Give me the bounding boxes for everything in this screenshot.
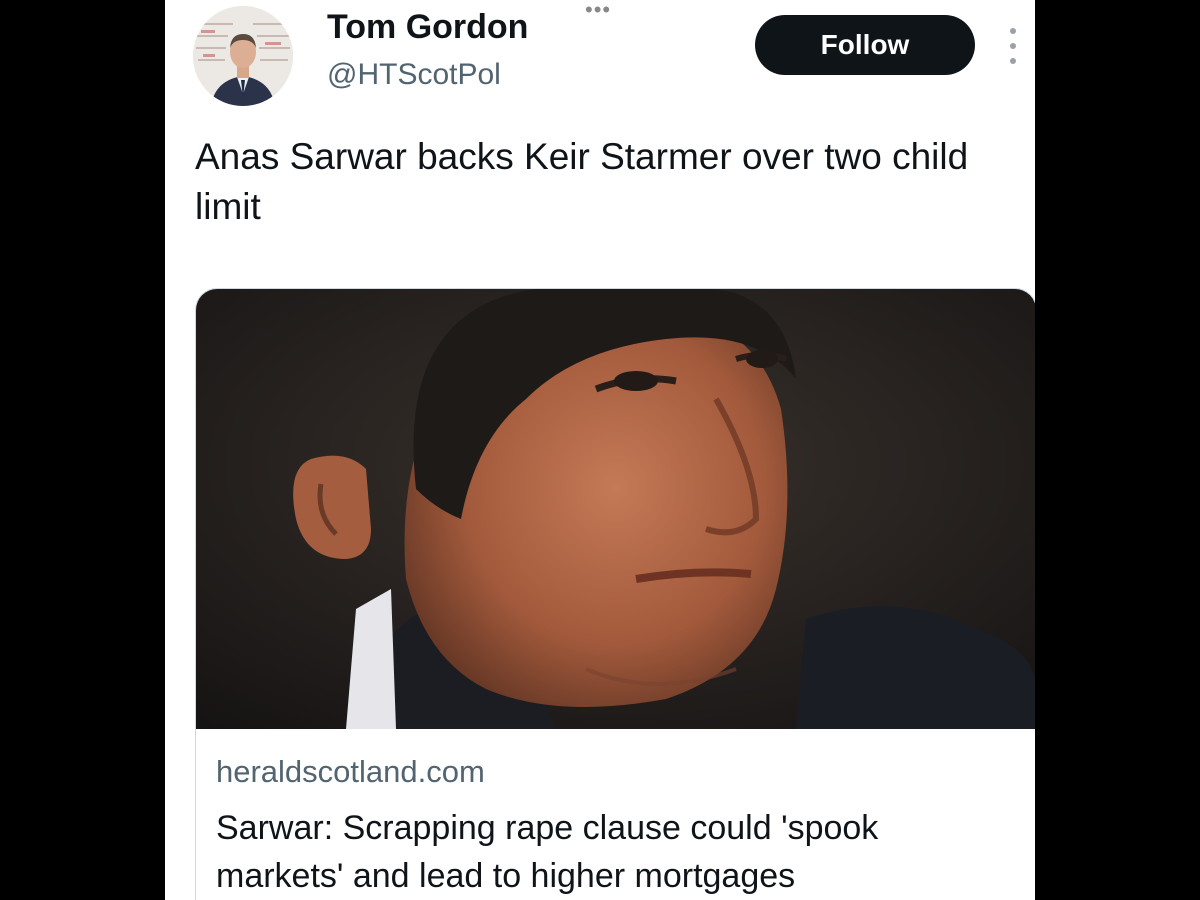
- tweet-panel: Tom Gordon @HTScotPol ••• Follow Anas Sa…: [165, 0, 1035, 900]
- follow-button[interactable]: Follow: [755, 15, 975, 75]
- dot: [1010, 43, 1016, 49]
- more-options-icon[interactable]: [1003, 28, 1023, 64]
- dot: [1010, 28, 1016, 34]
- link-card-domain[interactable]: heraldscotland.com: [216, 754, 485, 790]
- tweet-text: Anas Sarwar backs Keir Starmer over two …: [195, 136, 969, 227]
- portrait-photo: [196, 289, 1035, 729]
- drag-handle-icon: •••: [585, 0, 612, 22]
- author-handle[interactable]: @HTScotPol: [327, 58, 501, 92]
- link-card[interactable]: heraldscotland.com Sarwar: Scrapping rap…: [195, 288, 1035, 900]
- avatar[interactable]: [193, 6, 293, 106]
- link-card-title[interactable]: Sarwar: Scrapping rape clause could 'spo…: [216, 804, 996, 900]
- author-display-name[interactable]: Tom Gordon: [327, 8, 528, 47]
- dot: [1010, 58, 1016, 64]
- avatar-image: [193, 6, 293, 106]
- link-card-image[interactable]: [196, 289, 1035, 729]
